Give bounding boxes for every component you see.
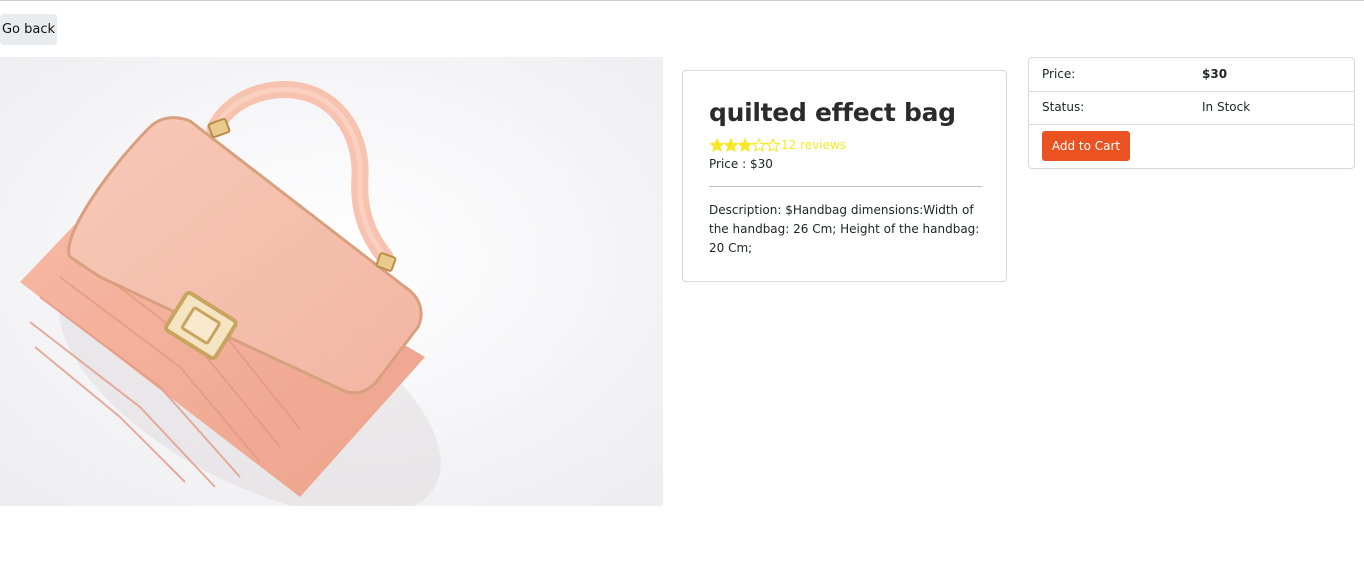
product-image [0,57,663,506]
product-details-card: quilted effect bag 12 reviews Price : $3… [682,70,1007,282]
price-row: Price: $30 [1029,58,1354,92]
rating: 12 reviews [710,137,846,153]
reviews-count: 12 reviews [781,138,847,152]
product-price: Price : $30 [709,157,773,171]
star-empty-icon [766,138,780,152]
divider [709,186,982,187]
status-row: Status: In Stock [1029,91,1354,125]
status-value: In Stock [1202,100,1251,114]
star-filled-icon [738,138,752,152]
price-value: $30 [1202,67,1228,81]
star-rating [710,138,780,152]
add-to-cart-button[interactable]: Add to Cart [1042,131,1130,161]
cart-panel: Price: $30 Status: In Stock Add to Cart [1028,57,1355,169]
go-back-button[interactable]: Go back [0,14,57,45]
status-label: Status: [1042,100,1085,114]
top-border [0,0,1364,1]
price-label: Price: [1042,67,1076,81]
product-title: quilted effect bag [709,98,956,127]
star-filled-icon [710,138,724,152]
star-filled-icon [724,138,738,152]
star-empty-icon [752,138,766,152]
product-description: Description: $Handbag dimensions:Width o… [709,203,980,255]
